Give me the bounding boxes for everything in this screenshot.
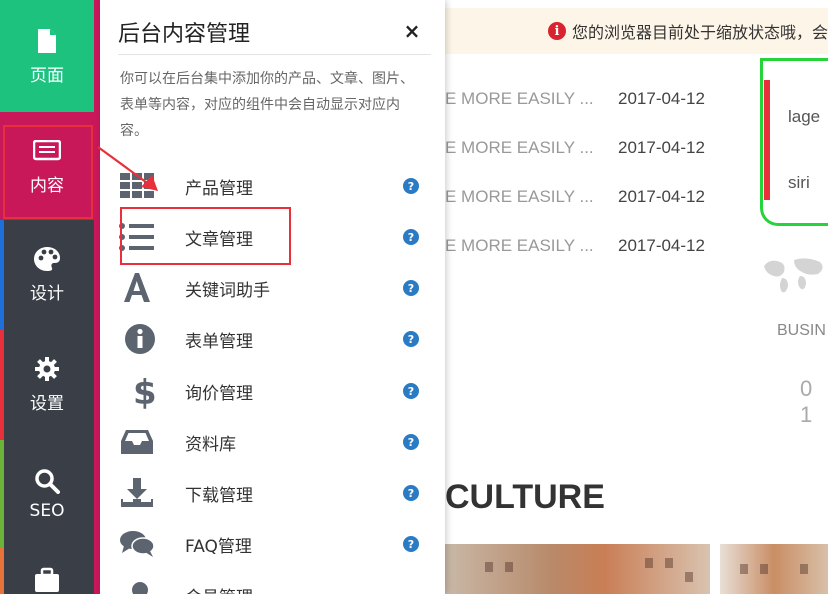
- article-date: 2017-04-12: [618, 236, 705, 255]
- article-date: 2017-04-12: [618, 138, 705, 157]
- help-icon[interactable]: ?: [403, 383, 419, 399]
- article-date: 2017-04-12: [618, 89, 705, 108]
- accent-bar: [0, 440, 4, 548]
- article-title: E MORE EASILY ...: [445, 236, 594, 255]
- help-icon[interactable]: ?: [403, 280, 419, 296]
- menu-item-label: 下载管理: [185, 485, 253, 506]
- panel-separator: [118, 54, 431, 55]
- help-icon[interactable]: ?: [403, 178, 419, 194]
- content-management-panel: 后台内容管理 × 你可以在后台集中添加你的产品、文章、图片、表单等内容，对应的组…: [100, 0, 445, 594]
- counter-number: 0 1: [800, 376, 813, 427]
- sidebar-item-settings[interactable]: 设置: [0, 330, 94, 438]
- article-row[interactable]: E MORE EASILY ... 2017-04-12: [445, 133, 745, 163]
- dollar-icon: $: [118, 371, 166, 411]
- info-icon: i: [547, 22, 566, 40]
- info-icon: [118, 319, 166, 359]
- article-row[interactable]: E MORE EASILY ... 2017-04-12: [445, 84, 745, 114]
- help-icon[interactable]: ?: [403, 485, 419, 501]
- menu-item-label: 询价管理: [185, 383, 253, 404]
- menu-item-keywords[interactable]: 关键词助手 ?: [118, 268, 428, 308]
- article-date: 2017-04-12: [618, 187, 705, 206]
- left-sidebar: 页面 内容 设计 设置 SEO: [0, 0, 94, 594]
- menu-item-label: FAQ管理: [185, 536, 252, 557]
- accent-bar: [0, 548, 4, 594]
- menu-item-label: 资料库: [185, 434, 236, 455]
- article-title: E MORE EASILY ...: [445, 187, 594, 206]
- menu-item-inquiries[interactable]: $ 询价管理 ?: [118, 371, 428, 411]
- briefcase-icon: [33, 566, 61, 594]
- page: i 您的浏览器目前处于缩放状态哦，会 E MORE EASILY ... 201…: [0, 0, 828, 594]
- gear-icon: [33, 355, 61, 383]
- sidebar-item-seo[interactable]: SEO: [0, 440, 94, 548]
- inbox-icon: [118, 422, 166, 462]
- menu-item-library[interactable]: 资料库 ?: [118, 422, 428, 462]
- font-icon: [118, 268, 166, 308]
- menu-item-label: 产品管理: [185, 178, 253, 199]
- red-arrow-icon: [97, 146, 158, 191]
- user-icon: [118, 575, 166, 594]
- green-annotation-box: [760, 58, 828, 226]
- accent-bar: [0, 330, 4, 440]
- highlight-box: [120, 207, 291, 265]
- menu-item-forms[interactable]: 表单管理 ?: [118, 319, 428, 359]
- building-photo: [720, 544, 828, 594]
- side-text: lage: [788, 107, 821, 126]
- article-row[interactable]: E MORE EASILY ... 2017-04-12: [445, 182, 745, 212]
- sidebar-item-label: 页面: [30, 65, 64, 86]
- comments-icon: [118, 524, 166, 564]
- sidebar-item-label: 设置: [30, 393, 64, 414]
- menu-item-downloads[interactable]: 下载管理 ?: [118, 473, 428, 513]
- article-title: E MORE EASILY ...: [445, 138, 594, 157]
- sidebar-item-label: 设计: [30, 283, 64, 304]
- highlight-box: [3, 125, 93, 219]
- menu-item-label: 关键词助手: [185, 280, 270, 301]
- sidebar-item-design[interactable]: 设计: [0, 220, 94, 328]
- help-icon[interactable]: ?: [403, 536, 419, 552]
- file-icon: [33, 27, 61, 55]
- culture-heading: CULTURE: [445, 478, 605, 516]
- world-map-icon: [764, 258, 823, 293]
- help-icon[interactable]: ?: [403, 229, 419, 245]
- menu-item-label: 表单管理: [185, 331, 253, 352]
- close-button[interactable]: ×: [402, 20, 422, 42]
- sidebar-item-more[interactable]: [0, 548, 94, 594]
- side-text: siri: [788, 173, 810, 192]
- sidebar-item-label: SEO: [29, 501, 65, 521]
- campus-photo: [445, 544, 710, 594]
- business-label: BUSIN: [777, 322, 826, 339]
- help-icon[interactable]: ?: [403, 331, 419, 347]
- menu-item-members[interactable]: 会员管理: [118, 575, 428, 594]
- menu-item-label: 会员管理: [185, 583, 253, 594]
- svg-text:$: $: [133, 373, 156, 409]
- menu-item-faq[interactable]: FAQ管理 ?: [118, 524, 428, 564]
- article-title: E MORE EASILY ...: [445, 89, 594, 108]
- accent-bar: [0, 220, 4, 330]
- article-row[interactable]: E MORE EASILY ... 2017-04-12: [445, 231, 745, 261]
- download-icon: [118, 473, 166, 513]
- panel-title: 后台内容管理: [118, 22, 251, 47]
- palette-icon: [33, 245, 61, 273]
- panel-description: 你可以在后台集中添加你的产品、文章、图片、表单等内容，对应的组件中会自动显示对应…: [120, 71, 414, 139]
- search-icon: [33, 467, 61, 495]
- red-annotation-mark: [764, 80, 770, 200]
- zoom-notice-text: 您的浏览器目前处于缩放状态哦，会: [571, 23, 828, 42]
- help-icon[interactable]: ?: [403, 434, 419, 450]
- sidebar-item-page[interactable]: 页面: [0, 0, 94, 112]
